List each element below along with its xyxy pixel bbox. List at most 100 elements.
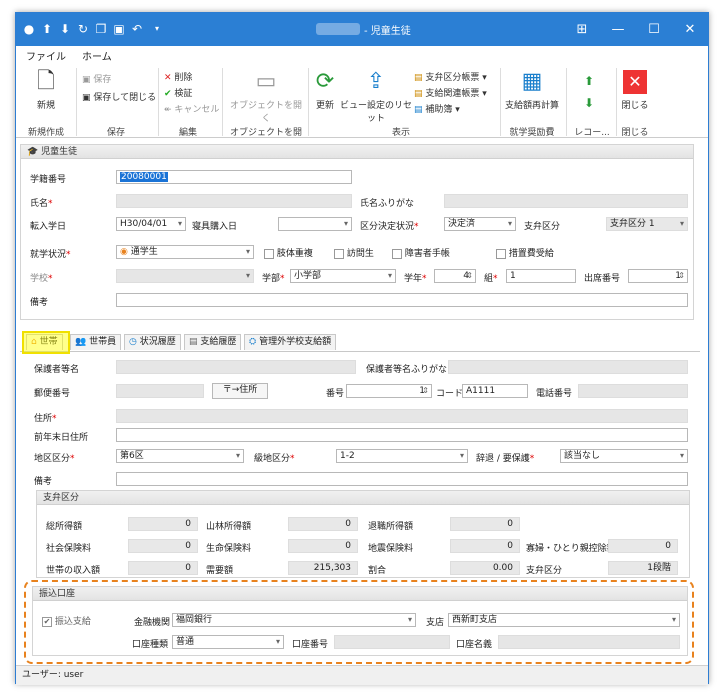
delete-button[interactable]: ✕ 削除 <box>164 70 192 83</box>
name-kana-input[interactable] <box>444 194 688 208</box>
postal-to-address-button[interactable]: 〒→住所 <box>212 383 268 399</box>
grade-area-label: 級地区分* <box>254 454 295 464</box>
measure-checkbox[interactable]: 措置費受給 <box>496 246 554 259</box>
cancel-button[interactable]: ↞ キャンセル <box>164 102 219 115</box>
record-up-icon[interactable]: ⬆ <box>584 74 594 88</box>
acct-type-select[interactable]: 普通 <box>172 635 284 649</box>
status-select[interactable]: ◉ 通学生 <box>116 245 254 259</box>
prev-address-input[interactable] <box>116 428 688 442</box>
guardian-input[interactable] <box>116 360 356 374</box>
payment-field-value[interactable]: 215,303 <box>288 561 358 575</box>
recalc-button[interactable]: ▦ 支給額再計算 <box>502 70 562 112</box>
maximize-icon[interactable]: ☐ <box>636 13 672 46</box>
aid-books-dropdown[interactable]: ▤ 補助簿 ▾ <box>414 102 460 115</box>
save-icon[interactable]: ▣ <box>112 22 126 36</box>
up-arrow-icon[interactable]: ⬆ <box>40 22 54 36</box>
payment-field-value[interactable]: 0.00 <box>450 561 520 575</box>
payment-field-value[interactable]: 0 <box>608 539 678 553</box>
payment-field-value[interactable]: 1段階 <box>608 561 678 575</box>
tab-payment-history[interactable]: ▤ 支給履歴 <box>184 334 242 350</box>
new-document-icon: 🗋 <box>37 69 55 94</box>
payment-field-label: 割合 <box>368 566 387 576</box>
quick-access-dropdown-icon[interactable]: ▾ <box>150 22 164 36</box>
branch-label: 支店 <box>426 618 445 628</box>
acct-no-input[interactable] <box>334 635 450 649</box>
save-button[interactable]: ▣ 保存 <box>82 72 111 85</box>
payment-field-value[interactable]: 0 <box>450 517 520 531</box>
down-arrow-icon[interactable]: ⬇ <box>58 22 72 36</box>
payment-field-value[interactable]: 0 <box>288 517 358 531</box>
student-note-input[interactable] <box>116 293 688 307</box>
prev-address-label: 前年末日住所 <box>34 433 89 443</box>
name-input[interactable] <box>116 194 352 208</box>
delete-x-icon: ✕ <box>164 73 175 83</box>
close-button[interactable]: ✕ 閉じる <box>620 70 650 111</box>
number-input[interactable]: 1 <box>346 384 432 398</box>
payment-field-value[interactable]: 0 <box>450 539 520 553</box>
payment-field-value[interactable]: 0 <box>288 539 358 553</box>
code-input[interactable]: A1111 <box>462 384 528 398</box>
transfer-date-input[interactable]: H30/04/01 <box>116 217 186 231</box>
student-section-header: 🎓 児童生徒 <box>21 145 693 159</box>
household-note-input[interactable] <box>116 472 688 486</box>
refresh-icon[interactable]: ↻ <box>76 22 90 36</box>
payment-books-dropdown[interactable]: ▤ 支弁区分帳票 ▾ <box>414 70 487 83</box>
new-button[interactable]: 🗋 新規 <box>26 69 66 112</box>
menu-file[interactable]: ファイル <box>26 48 66 63</box>
open-object-button[interactable]: ▭ オブジェクトを開く <box>226 69 306 125</box>
commute-icon: ◉ <box>120 247 131 257</box>
window-open-icon: ▭ <box>255 69 277 94</box>
postal-input[interactable] <box>116 384 204 398</box>
payment-field-value[interactable]: 0 <box>128 561 198 575</box>
save-close-button[interactable]: ▣ 保存して閉じる <box>82 90 156 103</box>
payment-field-value[interactable]: 0 <box>128 539 198 553</box>
visit-checkbox[interactable]: 訪問生 <box>334 246 374 259</box>
payment-field-label: 寡婦・ひとり親控除額 <box>526 544 616 554</box>
grade-input[interactable]: 4 <box>434 269 476 283</box>
decision-select[interactable]: 決定済 <box>444 217 516 231</box>
payment-field-value[interactable]: 0 <box>128 517 198 531</box>
class-input[interactable]: 1 <box>506 269 576 283</box>
payment-field-label: 社会保険料 <box>46 544 92 554</box>
people-icon: 👥 <box>75 337 90 347</box>
class-label: 組* <box>484 274 498 284</box>
phone-input[interactable] <box>578 384 688 398</box>
transfer-date-label: 転入学日 <box>30 222 67 232</box>
minimize-icon[interactable]: — <box>600 13 636 46</box>
verify-button[interactable]: ✔ 検証 <box>164 86 192 99</box>
transfer-checkbox[interactable]: ✔ 振込支給 <box>42 614 91 627</box>
address-input[interactable] <box>116 409 688 423</box>
refresh-button[interactable]: ⟳ 更新 <box>310 70 340 112</box>
phone-label: 電話番号 <box>536 389 573 399</box>
area-select[interactable]: 第6区 <box>116 449 244 463</box>
payment-related-dropdown[interactable]: ▤ 支給関連帳票 ▾ <box>414 86 487 99</box>
tab-external-school[interactable]: ⛭ 管理外学校支給額 <box>244 334 337 350</box>
undo-icon[interactable]: ↶ <box>130 22 144 36</box>
school-select[interactable] <box>116 269 254 283</box>
tab-members[interactable]: 👥 世帯員 <box>70 334 122 350</box>
bank-select[interactable]: 福岡銀行 <box>172 613 416 627</box>
group-save: 保存 <box>106 128 125 138</box>
dorm-date-input[interactable] <box>278 217 352 231</box>
group-aid: 就学奨励費 <box>509 128 555 138</box>
guardian-kana-input[interactable] <box>448 360 688 374</box>
tab-status-history[interactable]: ◷ 状況履歴 <box>124 334 181 350</box>
acct-name-input[interactable] <box>498 635 680 649</box>
withdraw-select[interactable]: 該当なし <box>560 449 688 463</box>
payment-cat-select[interactable]: 支弁区分 1 <box>606 217 688 231</box>
father-dup-checkbox[interactable]: 肢体重複 <box>264 246 313 259</box>
copy-icon[interactable]: ❐ <box>94 22 108 36</box>
dept-select[interactable]: 小学部 <box>290 269 396 283</box>
disability-checkbox[interactable]: 障害者手帳 <box>392 246 450 259</box>
grade-area-select[interactable]: 1-2 <box>336 449 468 463</box>
reset-view-button[interactable]: ⇪ ビュー設定のリセット <box>340 70 412 125</box>
att-no-input[interactable]: 1 <box>628 269 688 283</box>
record-down-icon[interactable]: ⬇ <box>584 96 594 110</box>
restore-icon[interactable]: ⊞ <box>564 13 600 46</box>
branch-select[interactable]: 西新町支店 <box>448 613 680 627</box>
close-window-icon[interactable]: ✕ <box>672 13 708 46</box>
name-label: 氏名* <box>30 199 53 209</box>
reg-no-input[interactable]: 20080001 <box>116 170 352 184</box>
new-label: 新規 <box>36 101 55 111</box>
checkbox-box <box>264 248 274 259</box>
